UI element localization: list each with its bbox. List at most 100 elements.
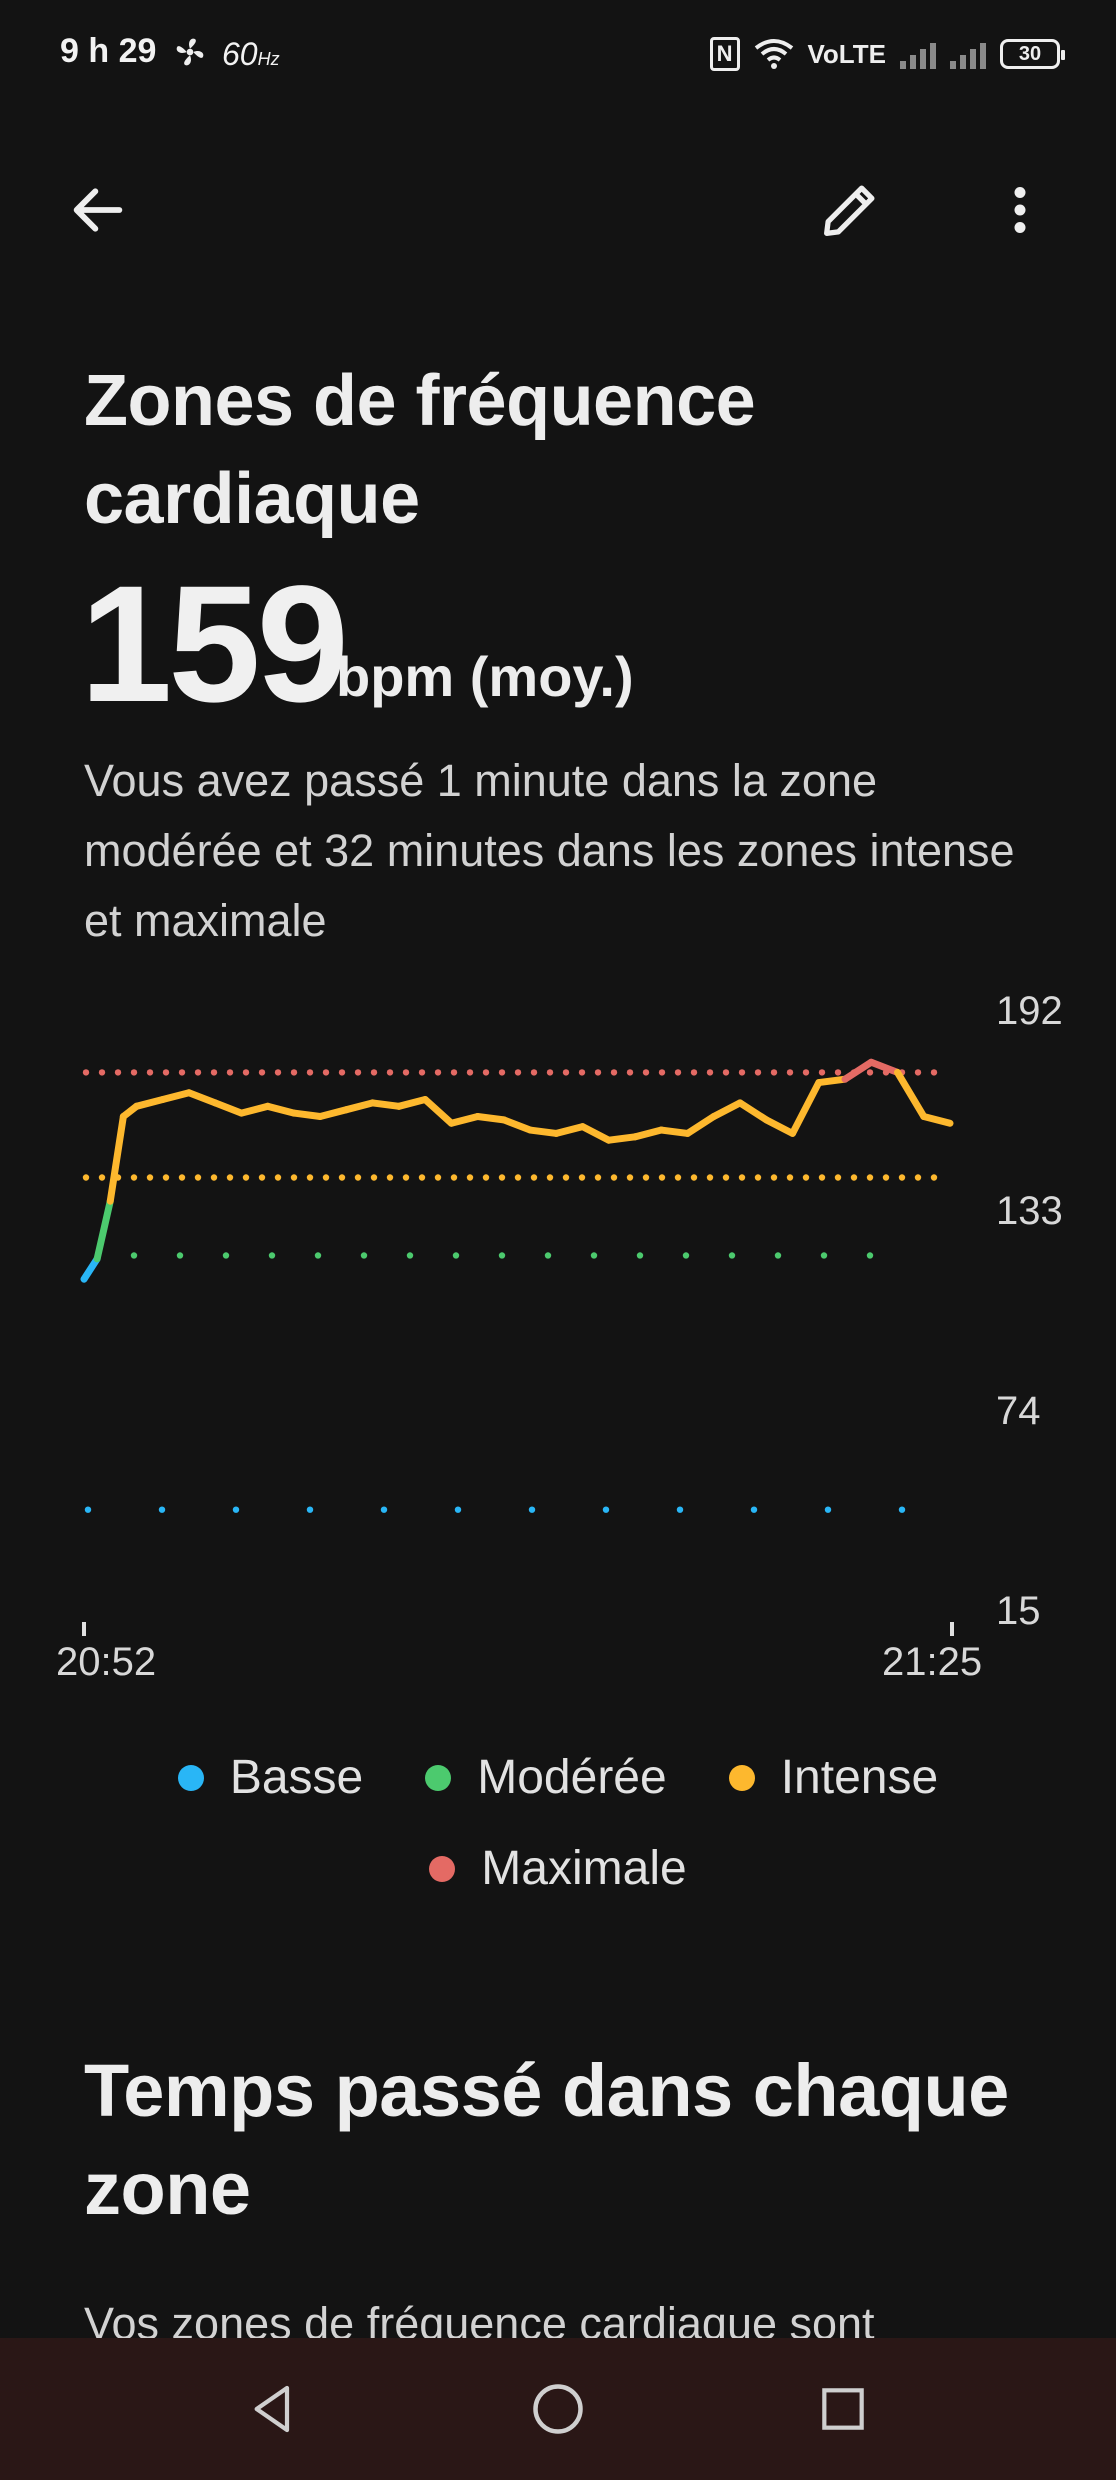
threshold-dot-basse	[158, 1506, 166, 1513]
legend-item-moderee: Modérée	[425, 1750, 667, 1805]
series-segment	[815, 1075, 849, 1087]
signal-icon	[900, 39, 936, 69]
x-tick-label: 21:25	[882, 1640, 982, 1684]
heart-rate-chart: 192 133 74 15 20:52 21:25	[56, 989, 1063, 1684]
threshold-dot-modérée	[866, 1252, 874, 1259]
legend-dot	[425, 1764, 452, 1791]
nav-home-button[interactable]	[513, 2364, 603, 2454]
threshold-dot-modérée	[820, 1252, 828, 1259]
threshold-dot-intense	[226, 1174, 234, 1181]
threshold-dot-maximale	[786, 1069, 794, 1076]
threshold-dot-maximale	[562, 1069, 570, 1076]
threshold-dot-maximale	[802, 1069, 810, 1076]
threshold-dot-intense	[242, 1174, 250, 1181]
status-bar: 9 h 29 60Hz N VoLTE 30	[0, 0, 1116, 110]
series-segment	[80, 1255, 101, 1283]
threshold-dot-maximale	[546, 1069, 554, 1076]
threshold-dot-intense	[386, 1174, 394, 1181]
threshold-dot-intense	[434, 1174, 442, 1181]
page-title: Zones de fréquence cardiaque	[84, 361, 756, 539]
threshold-dot-intense	[866, 1174, 874, 1181]
threshold-dot-maximale	[498, 1069, 506, 1076]
nav-recents-button[interactable]	[798, 2364, 888, 2454]
circle-home-icon	[533, 2384, 583, 2434]
pencil-icon	[824, 185, 875, 236]
legend-item-intense: Intense	[728, 1750, 939, 1805]
threshold-dot-maximale	[914, 1069, 922, 1076]
volte-label: VoLTE	[807, 38, 886, 69]
series-segment	[789, 1079, 823, 1137]
legend-label: Basse	[229, 1751, 364, 1804]
zone-threshold-lines	[82, 1069, 938, 1513]
threshold-dot-maximale	[514, 1069, 522, 1076]
battery-icon: 30	[1000, 39, 1065, 69]
series-segment	[920, 1112, 954, 1127]
threshold-dot-basse	[232, 1506, 240, 1513]
threshold-dot-modérée	[268, 1252, 276, 1259]
threshold-dot-intense	[578, 1174, 586, 1181]
threshold-dot-maximale	[82, 1069, 90, 1076]
series-segment	[316, 1106, 350, 1120]
threshold-dot-basse	[676, 1506, 684, 1513]
threshold-dot-maximale	[402, 1069, 410, 1076]
legend-label: Modérée	[477, 1751, 667, 1804]
nfc-icon: N	[709, 37, 740, 71]
threshold-dot-intense	[706, 1174, 714, 1181]
legend-label: Intense	[780, 1751, 939, 1804]
threshold-dot-maximale	[178, 1069, 186, 1076]
threshold-dot-intense	[594, 1174, 602, 1181]
threshold-dot-maximale	[690, 1069, 698, 1076]
signal-icon-2	[950, 39, 986, 69]
threshold-dot-maximale	[114, 1069, 122, 1076]
threshold-dot-intense	[146, 1174, 154, 1181]
threshold-dot-basse	[306, 1506, 314, 1513]
threshold-dot-intense	[882, 1174, 890, 1181]
threshold-dot-intense	[642, 1174, 650, 1181]
heart-rate-series	[80, 1058, 954, 1283]
threshold-dot-intense	[418, 1174, 426, 1181]
more-options-button[interactable]	[980, 170, 1060, 250]
threshold-dot-basse	[824, 1506, 832, 1513]
threshold-dot-maximale	[834, 1069, 842, 1076]
series-segment	[736, 1099, 770, 1124]
threshold-dot-maximale	[306, 1069, 314, 1076]
threshold-dot-intense	[674, 1174, 682, 1181]
series-segment	[421, 1096, 455, 1127]
threshold-dot-modérée	[636, 1252, 644, 1259]
threshold-dot-maximale	[482, 1069, 490, 1076]
threshold-dot-intense	[466, 1174, 474, 1181]
threshold-dot-maximale	[706, 1069, 714, 1076]
threshold-dot-maximale	[866, 1069, 874, 1076]
threshold-dot-intense	[258, 1174, 266, 1181]
threshold-dot-intense	[82, 1174, 90, 1181]
back-button[interactable]	[58, 170, 138, 250]
threshold-dot-intense	[914, 1174, 922, 1181]
series-segment	[867, 1058, 902, 1076]
threshold-dot-intense	[754, 1174, 762, 1181]
threshold-dot-maximale	[450, 1069, 458, 1076]
threshold-dot-maximale	[242, 1069, 250, 1076]
threshold-dot-intense	[98, 1174, 106, 1181]
threshold-dot-maximale	[274, 1069, 282, 1076]
system-nav-bar	[0, 2338, 1116, 2480]
legend-dot	[728, 1764, 755, 1791]
series-segment	[264, 1102, 298, 1117]
series-segment	[500, 1116, 534, 1134]
threshold-dot-intense	[898, 1174, 906, 1181]
threshold-dot-intense	[562, 1174, 570, 1181]
threshold-dot-intense	[370, 1174, 378, 1181]
y-tick-label: 133	[996, 1189, 1063, 1233]
threshold-dot-maximale	[434, 1069, 442, 1076]
threshold-dot-intense	[498, 1174, 506, 1181]
nav-back-button[interactable]	[228, 2364, 318, 2454]
threshold-dot-maximale	[818, 1069, 826, 1076]
threshold-dot-maximale	[162, 1069, 170, 1076]
threshold-dot-maximale	[146, 1069, 154, 1076]
threshold-dot-basse	[898, 1506, 906, 1513]
y-tick-label: 15	[996, 1589, 1041, 1633]
series-segment	[474, 1112, 508, 1124]
threshold-dot-intense	[178, 1174, 186, 1181]
edit-button[interactable]	[810, 170, 890, 250]
arrow-back-icon	[73, 188, 123, 232]
zone-summary: Vous avez passé 1 minute dans la zone mo…	[84, 755, 1015, 946]
